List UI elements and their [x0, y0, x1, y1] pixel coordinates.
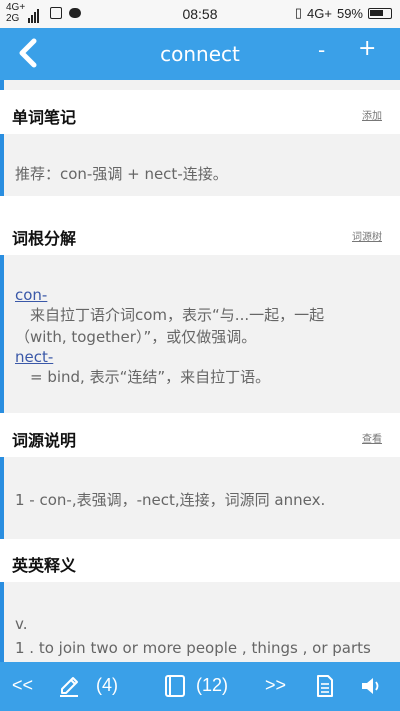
definition-pos: v. — [15, 615, 28, 633]
battery-icon — [368, 7, 392, 19]
roots-card: con- 来自拉丁语介词com，表示“与...一起，一起 （with, toge… — [0, 255, 400, 413]
definitions-card: v. 1 . to join two or more people , thin… — [0, 582, 400, 662]
previous-card-edge — [0, 80, 400, 90]
etymology-tree-link[interactable]: 词源树 — [352, 228, 382, 243]
word-list-button[interactable] — [316, 674, 334, 698]
document-list-icon — [317, 675, 333, 697]
definitions-section-title: 英英释义 — [12, 556, 77, 575]
book-icon — [165, 675, 185, 697]
notes-card: 推荐：con-强调 + nect-连接。 — [0, 134, 400, 196]
wordbook-count[interactable]: (12) — [196, 675, 228, 696]
notes-count[interactable]: (4) — [96, 675, 118, 696]
note-edit-button[interactable] — [58, 674, 80, 698]
page-title: connect — [160, 42, 240, 66]
add-note-link[interactable]: 添加 — [362, 107, 382, 122]
notes-section-title: 单词笔记 — [12, 108, 77, 127]
next-word-button[interactable]: >> — [265, 675, 286, 696]
app-header: connect - + — [0, 28, 400, 80]
roots-list: con- 来自拉丁语介词com，表示“与...一起，一起 （with, toge… — [15, 286, 385, 388]
etymology-text: 1 - con-,表强调，-nect,连接，词源同 annex. — [15, 491, 326, 509]
status-bar: 4G+ 2G 08:58 ▯ 4G+ 59% — [0, 0, 400, 28]
bottom-toolbar: << (4) (12) >> — [0, 662, 400, 711]
etymology-card: 1 - con-,表强调，-nect,连接，词源同 annex. — [0, 457, 400, 539]
previous-word-button[interactable]: << — [12, 675, 33, 696]
right-network-label: 4G+ — [307, 5, 332, 21]
definition-text: 1 . to join two or more people , things … — [15, 639, 371, 657]
roots-section-title: 词根分解 — [12, 229, 77, 248]
zoom-in-button[interactable]: + — [358, 36, 376, 61]
vibrate-icon: ▯ — [294, 5, 303, 20]
pencil-icon — [60, 677, 78, 697]
root-nect-link[interactable]: nect- — [15, 348, 385, 366]
status-right: ▯ 4G+ 59% — [295, 5, 392, 21]
root-con-desc: 来自拉丁语介词com，表示“与...一起，一起 — [30, 306, 325, 324]
notes-text: 推荐：con-强调 + nect-连接。 — [15, 165, 228, 183]
zoom-out-button[interactable]: - — [318, 38, 325, 62]
speaker-icon — [362, 678, 379, 694]
etymology-view-link[interactable]: 查看 — [362, 430, 382, 445]
wordbook-button[interactable] — [163, 674, 187, 698]
root-nect-desc: = bind, 表示“连结”，来自拉丁语。 — [30, 368, 271, 386]
word-detail-content: 单词笔记 添加 推荐：con-强调 + nect-连接。 词根分解 词源树 co… — [0, 80, 400, 662]
battery-percent: 59% — [336, 5, 363, 21]
etymology-section-title: 词源说明 — [12, 431, 77, 450]
root-con-link[interactable]: con- — [15, 286, 385, 304]
pronounce-button[interactable] — [360, 674, 380, 698]
root-con-desc-cont: （with, together）”，或仅做强调。 — [15, 328, 257, 346]
